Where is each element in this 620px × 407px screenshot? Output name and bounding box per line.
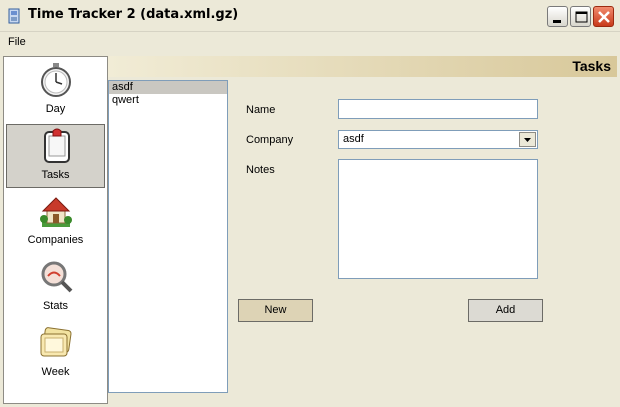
close-icon: [598, 11, 610, 23]
sidebar-item-day[interactable]: Day: [6, 59, 105, 123]
minimize-icon: [553, 20, 561, 23]
minimize-button[interactable]: [547, 6, 568, 27]
stopwatch-icon: [41, 63, 71, 97]
sidebar-item-label: Companies: [27, 234, 84, 246]
list-item[interactable]: asdf: [109, 81, 227, 94]
name-field[interactable]: [338, 99, 538, 119]
add-button[interactable]: Add: [468, 299, 543, 322]
app-icon: [8, 8, 20, 24]
folder-icon: [40, 327, 72, 357]
sidebar-item-stats[interactable]: Stats: [6, 256, 105, 320]
clipboard-icon: [44, 128, 70, 163]
title-bar[interactable]: Time Tracker 2 (data.xml.gz): [0, 0, 620, 32]
maximize-button[interactable]: [570, 6, 591, 27]
sidebar-item-week[interactable]: Week: [6, 322, 105, 386]
new-button[interactable]: New: [238, 299, 313, 322]
name-label: Name: [246, 104, 276, 116]
section-header: Tasks: [108, 56, 617, 77]
sidebar-item-tasks[interactable]: Tasks: [6, 124, 105, 188]
window-title: Time Tracker 2 (data.xml.gz): [28, 7, 239, 22]
task-list[interactable]: asdf qwert: [108, 80, 228, 393]
sidebar: Day Tasks Companies Stats Week: [3, 56, 108, 404]
sidebar-item-label: Week: [41, 366, 70, 378]
house-icon: [40, 197, 72, 227]
notes-field[interactable]: [338, 159, 538, 279]
sidebar-item-companies[interactable]: Companies: [6, 190, 105, 254]
company-select[interactable]: asdf: [338, 130, 538, 149]
chevron-down-icon: [524, 138, 531, 142]
company-value: asdf: [343, 133, 364, 145]
sidebar-item-label: Day: [45, 103, 66, 115]
close-button[interactable]: [593, 6, 614, 27]
menu-bar: File: [0, 33, 620, 53]
list-item[interactable]: qwert: [109, 94, 227, 107]
notes-label: Notes: [246, 164, 275, 176]
sidebar-item-label: Tasks: [41, 169, 70, 181]
magnifier-icon: [41, 261, 73, 293]
dropdown-button[interactable]: [519, 132, 536, 147]
page-title: Tasks: [572, 58, 611, 74]
company-label: Company: [246, 134, 294, 146]
sidebar-item-label: Stats: [42, 300, 69, 312]
menu-file[interactable]: File: [8, 36, 26, 48]
maximize-icon: [575, 11, 588, 23]
